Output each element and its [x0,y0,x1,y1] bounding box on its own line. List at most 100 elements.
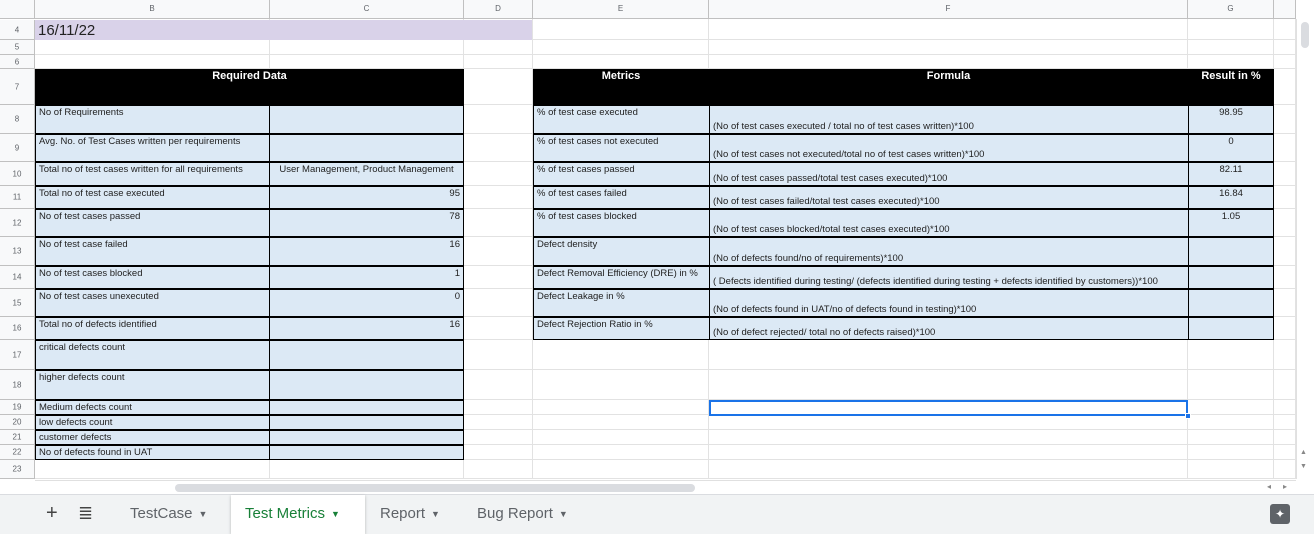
row-header[interactable]: 12 [0,209,35,237]
metric-formula[interactable]: ( Defects identified during testing/ (de… [709,266,1189,289]
required-data-value[interactable] [269,105,464,134]
sheet-tab[interactable]: Test Metrics ▼ [231,495,365,534]
metric-formula[interactable]: (No of test cases executed / total no of… [709,105,1189,134]
column-header[interactable]: G [1188,0,1274,19]
result-header[interactable]: Result in % [1188,69,1274,105]
required-data-value[interactable] [269,340,464,370]
metric-name[interactable]: % of test cases passed [533,162,710,186]
required-data-label[interactable]: higher defects count [35,370,270,400]
required-data-value[interactable]: 78 [269,209,464,237]
required-data-label[interactable]: Total no of test cases written for all r… [35,162,270,186]
required-data-value[interactable] [269,400,464,415]
metric-result[interactable]: 82.11 [1188,162,1274,186]
metric-result[interactable]: 16.84 [1188,186,1274,209]
row-header[interactable]: 19 [0,400,35,415]
scroll-right-arrow-icon[interactable]: ▸ [1283,482,1287,491]
active-cell-selection[interactable] [709,400,1188,416]
date-cell[interactable]: 16/11/22 [35,20,532,40]
required-data-header[interactable]: Required Data [35,69,464,105]
column-header[interactable]: E [533,0,709,19]
row-header[interactable]: 21 [0,430,35,445]
metric-name[interactable]: % of test cases failed [533,186,710,209]
row-header[interactable]: 22 [0,445,35,460]
required-data-value[interactable]: 95 [269,186,464,209]
required-data-value[interactable] [269,430,464,445]
sheet-tab[interactable]: Report ▼ [366,495,462,534]
required-data-value[interactable] [269,134,464,162]
row-header[interactable]: 18 [0,370,35,400]
dropdown-caret-icon[interactable]: ▼ [431,509,440,519]
row-header[interactable]: 14 [0,266,35,289]
row-header[interactable]: 15 [0,289,35,317]
metric-name[interactable]: Defect Leakage in % [533,289,710,317]
metric-result[interactable] [1188,237,1274,266]
row-header[interactable]: 13 [0,237,35,266]
metric-name[interactable]: Defect density [533,237,710,266]
metric-name[interactable]: % of test case executed [533,105,710,134]
select-all-corner[interactable] [0,0,35,19]
scroll-up-arrow-icon[interactable]: ▲ [1300,449,1307,456]
row-header[interactable]: 17 [0,340,35,370]
required-data-value[interactable] [269,445,464,460]
required-data-value[interactable]: 1 [269,266,464,289]
required-data-label[interactable]: Medium defects count [35,400,270,415]
required-data-value[interactable]: 0 [269,289,464,317]
row-header[interactable]: 23 [0,460,35,479]
formula-header[interactable]: Formula [709,69,1188,105]
metric-result[interactable]: 0 [1188,134,1274,162]
required-data-value[interactable]: 16 [269,317,464,340]
metric-formula[interactable]: (No of defects found/no of requirements)… [709,237,1189,266]
required-data-label[interactable]: critical defects count [35,340,270,370]
required-data-label[interactable]: No of test cases unexecuted [35,289,270,317]
scroll-down-arrow-icon[interactable]: ▼ [1300,463,1307,470]
required-data-value[interactable]: 16 [269,237,464,266]
required-data-label[interactable]: No of Requirements [35,105,270,134]
sheet-tab[interactable]: TestCase ▼ [116,495,230,534]
required-data-label[interactable]: low defects count [35,415,270,430]
metrics-header[interactable]: Metrics [533,69,709,105]
dropdown-caret-icon[interactable]: ▼ [559,509,568,519]
sheet-tab[interactable]: Bug Report ▼ [463,495,587,534]
row-header[interactable]: 9 [0,134,35,162]
scroll-left-arrow-icon[interactable]: ◂ [1267,482,1271,491]
plus-icon[interactable]: + [46,501,58,525]
required-data-label[interactable]: No of defects found in UAT [35,445,270,460]
column-header[interactable]: C [270,0,464,19]
required-data-value[interactable]: User Management, Product Management [269,162,464,186]
vertical-scrollbar[interactable]: ▲ ▼ [1296,19,1314,479]
row-header[interactable]: 11 [0,186,35,209]
required-data-label[interactable]: Total no of test case executed [35,186,270,209]
metric-formula[interactable]: (No of defects found in UAT/no of defect… [709,289,1189,317]
metric-name[interactable]: Defect Removal Efficiency (DRE) in % [533,266,710,289]
metric-name[interactable]: % of test cases not executed [533,134,710,162]
metric-formula[interactable]: (No of defect rejected/ total no of defe… [709,317,1189,340]
dropdown-caret-icon[interactable]: ▼ [199,509,208,519]
column-header[interactable]: B [35,0,270,19]
fill-handle[interactable] [1185,413,1191,419]
row-header[interactable]: 6 [0,55,35,69]
required-data-label[interactable]: No of test cases passed [35,209,270,237]
metric-formula[interactable]: (No of test cases failed/total test case… [709,186,1189,209]
dropdown-caret-icon[interactable]: ▼ [331,509,340,519]
spreadsheet-grid[interactable]: BCDEFG 4 5 6 7 8 9 10 11 12 13 14 15 16 17 18 19 20 21 22 2… [0,0,1314,494]
required-data-label[interactable]: No of test case failed [35,237,270,266]
metric-name[interactable]: Defect Rejection Ratio in % [533,317,710,340]
metric-formula[interactable]: (No of test cases blocked/total test cas… [709,209,1189,237]
metric-result[interactable] [1188,289,1274,317]
column-header[interactable]: F [709,0,1188,19]
horizontal-scrollbar-thumb[interactable] [175,484,695,492]
required-data-value[interactable] [269,415,464,430]
horizontal-scrollbar[interactable]: ◂ ▸ [35,480,1296,494]
metric-result[interactable]: 98.95 [1188,105,1274,134]
row-header[interactable]: 7 [0,69,35,105]
row-header[interactable]: 5 [0,40,35,55]
metric-name[interactable]: % of test cases blocked [533,209,710,237]
column-header[interactable]: D [464,0,533,19]
menu-icon[interactable]: ≣ [78,501,93,525]
row-header[interactable]: 10 [0,162,35,186]
vertical-scrollbar-thumb[interactable] [1301,22,1309,48]
metric-result[interactable] [1188,317,1274,340]
metric-result[interactable]: 1.05 [1188,209,1274,237]
metric-formula[interactable]: (No of test cases not executed/total no … [709,134,1189,162]
required-data-value[interactable] [269,370,464,400]
